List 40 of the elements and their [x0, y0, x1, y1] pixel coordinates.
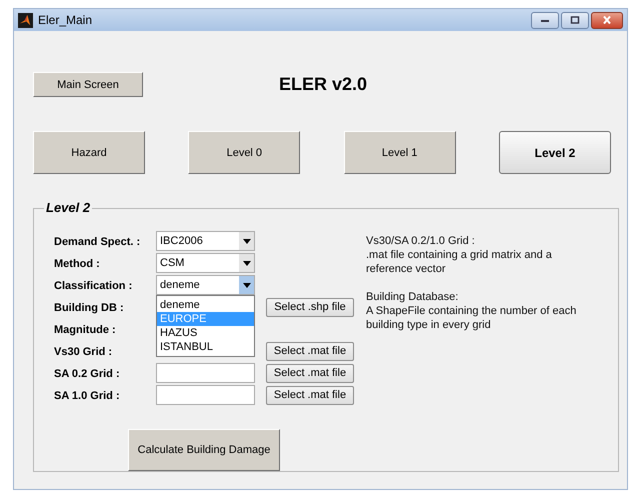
level-tab[interactable]: Level 1 — [344, 131, 456, 174]
field-label: Building DB : — [54, 302, 125, 314]
dropdown-option[interactable]: deneme — [157, 298, 254, 312]
field-label: Demand Spect. : — [54, 236, 142, 248]
level-tab[interactable]: Level 0 — [188, 131, 300, 174]
dropdown-arrow-icon — [242, 282, 250, 288]
window-title: Eler_Main — [38, 13, 92, 27]
input-field[interactable] — [156, 385, 255, 405]
field-label: Classification : — [54, 280, 134, 292]
select-file-button[interactable]: Select .mat file — [266, 364, 354, 382]
dropdown-arrow-icon — [242, 260, 250, 266]
panel-title: Level 2 — [44, 200, 92, 215]
field-label: SA 0.2 Grid : — [54, 368, 121, 380]
app-logo-icon — [18, 12, 33, 28]
field-label: Method : — [54, 258, 101, 270]
maximize-button[interactable] — [561, 12, 589, 28]
dropdown[interactable]: deneme — [156, 275, 255, 295]
select-file-button[interactable]: Select .mat file — [266, 342, 354, 360]
input-field[interactable] — [156, 363, 255, 383]
help-text: Building Database: A ShapeFile containing the number of each building type in every grid — [366, 290, 578, 332]
field-label: SA 1.0 Grid : — [54, 390, 121, 402]
dropdown[interactable]: CSM — [156, 253, 255, 273]
select-file-button[interactable]: Select .mat file — [266, 386, 354, 404]
help-text: Vs30/SA 0.2/1.0 Grid : .mat file containing a grid matrix and a reference vector — [366, 234, 553, 276]
dropdown-option[interactable]: HAZUS — [157, 326, 254, 340]
calculate-button[interactable]: Calculate Building Damage — [128, 429, 280, 471]
close-icon — [601, 16, 613, 24]
app-title: ELER v2.0 — [278, 74, 368, 95]
maximize-icon — [569, 16, 581, 24]
close-button[interactable] — [591, 12, 623, 28]
level-tab[interactable]: Hazard — [33, 131, 145, 174]
minimize-button[interactable] — [531, 12, 559, 28]
field-label: Magnitude : — [54, 324, 117, 336]
main-screen-button[interactable]: Main Screen — [33, 72, 143, 97]
field-label: Vs30 Grid : — [54, 346, 114, 358]
dropdown[interactable]: IBC2006 — [156, 231, 255, 251]
dropdown-arrow-icon — [242, 238, 250, 244]
level-tab[interactable]: Level 2 — [498, 131, 611, 174]
select-file-button[interactable]: Select .shp file — [266, 298, 354, 316]
dropdown-option[interactable]: ISTANBUL — [157, 340, 254, 354]
